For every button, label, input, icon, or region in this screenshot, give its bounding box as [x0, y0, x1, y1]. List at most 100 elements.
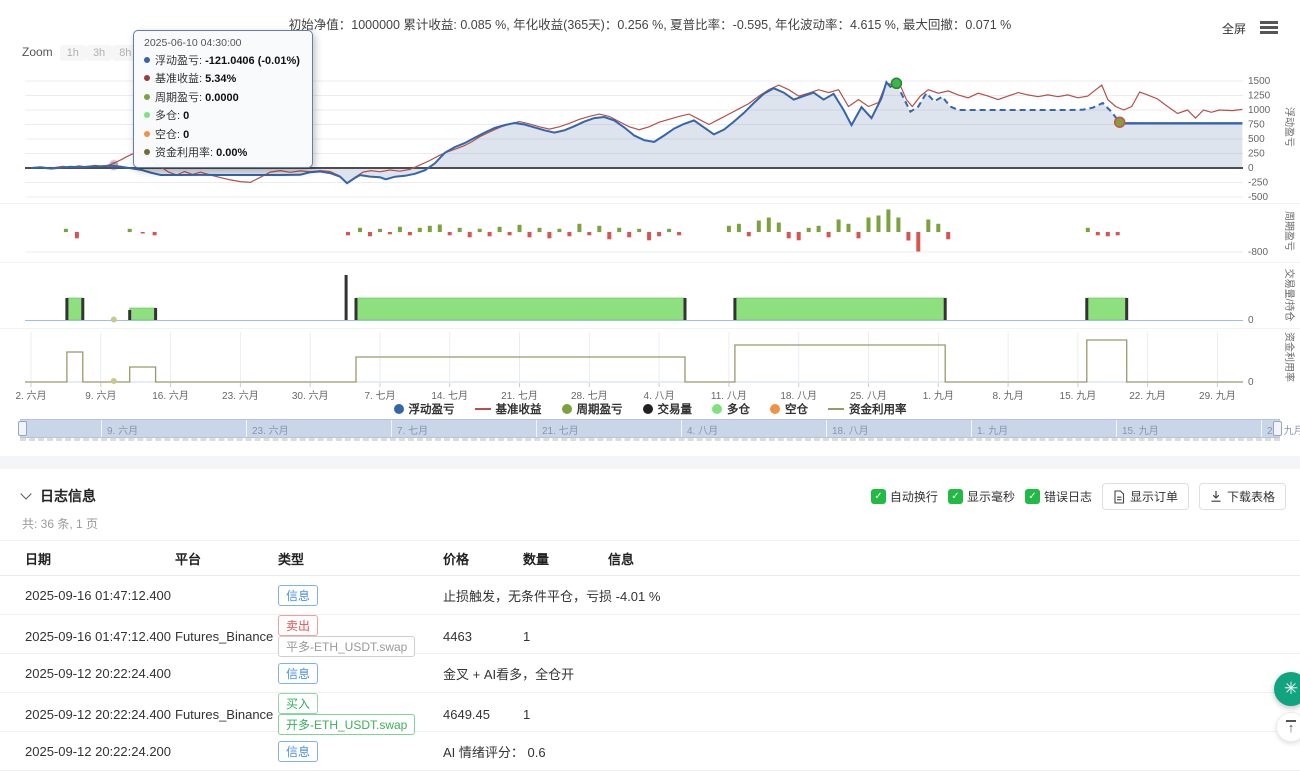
- fund-util-series: [25, 340, 1243, 382]
- svg-text:0: 0: [1248, 377, 1254, 388]
- column-header: 数量: [523, 549, 608, 568]
- navigator-separator: [246, 420, 247, 437]
- svg-text:1000: 1000: [1248, 105, 1271, 116]
- long-position-block: [130, 308, 156, 320]
- svg-text:交易量/持仓: 交易量/持仓: [1283, 269, 1296, 322]
- back-to-top-bar: [1286, 720, 1296, 722]
- volume-bar: [355, 298, 358, 320]
- column-header: 信息: [608, 549, 1300, 568]
- navigator-handle-left[interactable]: [18, 421, 27, 436]
- log-platform: Futures_Binance: [175, 629, 278, 644]
- collapse-chevron-icon[interactable]: [20, 488, 31, 499]
- ai-assistant-button[interactable]: ✳: [1274, 672, 1300, 706]
- log-controls: ✓自动换行 ✓显示毫秒 ✓错误日志显示订单下载表格: [871, 483, 1286, 510]
- svg-text:-800: -800: [1248, 247, 1268, 258]
- legend-item[interactable]: 浮动盈亏: [394, 401, 455, 417]
- log-platform: Futures_Binance: [175, 707, 278, 722]
- navigator-separator: [1116, 420, 1117, 437]
- legend-marker-icon: [770, 404, 780, 414]
- log-message: 止损触发，无条件平仓，亏损 -4.01 %: [443, 586, 1300, 605]
- type-badge: 信息: [278, 663, 318, 684]
- series-dot-icon: [144, 112, 150, 118]
- type-badge: 卖出: [278, 615, 318, 636]
- section-divider: [0, 456, 1300, 469]
- legend-item[interactable]: 周期盈亏: [562, 401, 623, 417]
- legend-item[interactable]: 基准收益: [475, 401, 542, 417]
- backtest-chart-area: 2. 六月9. 六月16. 六月23. 六月30. 六月7. 七月14. 七月2…: [0, 0, 1300, 445]
- navigator-label: 21. 七月: [542, 422, 579, 437]
- table-row[interactable]: 2025-09-12 20:22:24.400 信息 金叉 + AI看多，全仓开: [0, 654, 1300, 693]
- volume-bar: [345, 275, 348, 320]
- zoom-button-3h[interactable]: 3h: [86, 45, 112, 61]
- log-message: 金叉 + AI看多，全仓开: [443, 664, 1300, 683]
- download-table-button[interactable]: 下载表格: [1199, 483, 1286, 510]
- tooltip-row: 资金利用率: 0.00%: [144, 144, 302, 160]
- navigator-label: 15. 九月: [1122, 422, 1159, 437]
- back-to-top-button[interactable]: ↑: [1276, 712, 1300, 742]
- svg-text:750: 750: [1248, 120, 1265, 131]
- legend-item[interactable]: 空仓: [770, 401, 808, 417]
- navigator-separator: [536, 420, 537, 437]
- navigator-handle-right[interactable]: [1273, 421, 1282, 436]
- series-dot-icon: [144, 75, 150, 81]
- checkbox-errorlog[interactable]: ✓错误日志: [1025, 488, 1092, 505]
- long-position-block: [735, 298, 945, 320]
- table-row[interactable]: 2025-09-16 01:47:12.400信息止损触发，无条件平仓，亏损 -…: [0, 576, 1300, 615]
- svg-text:250: 250: [1248, 149, 1265, 160]
- download-icon: [1210, 490, 1222, 503]
- tooltip-row: 周期盈亏: 0.0000: [144, 89, 302, 105]
- table-row[interactable]: 2025-09-12 20:22:24.200信息AI 情绪评分： 0.6: [0, 732, 1300, 771]
- type-badge: 买入: [278, 693, 318, 714]
- series-dot-icon: [144, 57, 150, 63]
- svg-text:浮动盈亏: 浮动盈亏: [1283, 107, 1295, 147]
- checkbox-autowrap[interactable]: ✓自动换行: [871, 488, 938, 505]
- table-row[interactable]: 2025-09-16 01:47:12.400Futures_Binance卖出…: [0, 615, 1300, 654]
- log-date: 2025-09-16 01:47:12.400: [25, 629, 175, 644]
- svg-text:资金利用率: 资金利用率: [1283, 332, 1296, 382]
- openai-logo-icon: ✳: [1284, 679, 1298, 699]
- log-message: AI 情绪评分： 0.6: [443, 742, 1300, 761]
- legend-item[interactable]: 多仓: [712, 401, 750, 417]
- svg-text:-250: -250: [1248, 178, 1268, 189]
- log-date: 2025-09-16 01:47:12.400: [25, 588, 175, 603]
- show-orders-button[interactable]: 显示订单: [1102, 483, 1189, 510]
- chart-legend: 浮动盈亏 基准收益 周期盈亏 交易量 多仓 空仓 资金利用率: [0, 401, 1300, 417]
- type-badge: 信息: [278, 741, 318, 762]
- long-position-block: [356, 298, 685, 320]
- legend-marker-icon: [394, 404, 404, 414]
- navigator-label: 9. 六月: [107, 422, 138, 437]
- tooltip-row: 空仓: 0: [144, 126, 302, 142]
- zoom-label: Zoom: [22, 45, 53, 59]
- log-type: 信息: [278, 741, 443, 762]
- volume-bar: [154, 308, 157, 320]
- log-date: 2025-09-12 20:22:24.400: [25, 666, 175, 681]
- legend-item[interactable]: 交易量: [643, 401, 693, 417]
- navigator-separator: [971, 420, 972, 437]
- series-dot-icon: [144, 94, 150, 100]
- log-date: 2025-09-12 20:22:24.400: [25, 707, 175, 722]
- svg-text:500: 500: [1248, 134, 1265, 145]
- chart-tooltip: 2025-06-10 04:30:00 浮动盈亏: -121.0406 (-0.…: [133, 30, 313, 168]
- svg-text:0: 0: [1248, 163, 1254, 174]
- checkbox-milliseconds[interactable]: ✓显示毫秒: [948, 488, 1015, 505]
- volume-bar: [944, 298, 947, 320]
- navigator-separator: [391, 420, 392, 437]
- column-header: 价格: [443, 549, 523, 568]
- volume-bar: [1125, 298, 1128, 320]
- table-row[interactable]: 2025-09-12 20:22:24.400Futures_Binance买入…: [0, 693, 1300, 732]
- zoom-button-1h[interactable]: 1h: [60, 45, 86, 61]
- arrow-up-icon: ↑: [1288, 720, 1295, 735]
- log-qty: 1: [523, 629, 608, 644]
- chart-navigator[interactable]: 9. 六月23. 六月7. 七月21. 七月4. 八月18. 八月1. 九月15…: [20, 419, 1280, 438]
- legend-item[interactable]: 资金利用率: [828, 401, 907, 417]
- log-type: 买入开多-ETH_USDT.swap: [278, 693, 443, 735]
- trade-marker: [891, 78, 901, 88]
- volume-bar: [733, 298, 736, 320]
- svg-text:1500: 1500: [1248, 76, 1271, 87]
- tooltip-row: 多仓: 0: [144, 107, 302, 123]
- log-count: 共: 36 条, 1 页: [22, 515, 98, 532]
- svg-text:-500: -500: [1248, 192, 1268, 203]
- legend-marker-icon: [475, 408, 491, 410]
- long-position-block: [67, 298, 83, 320]
- svg-text:周期盈亏: 周期盈亏: [1283, 211, 1295, 251]
